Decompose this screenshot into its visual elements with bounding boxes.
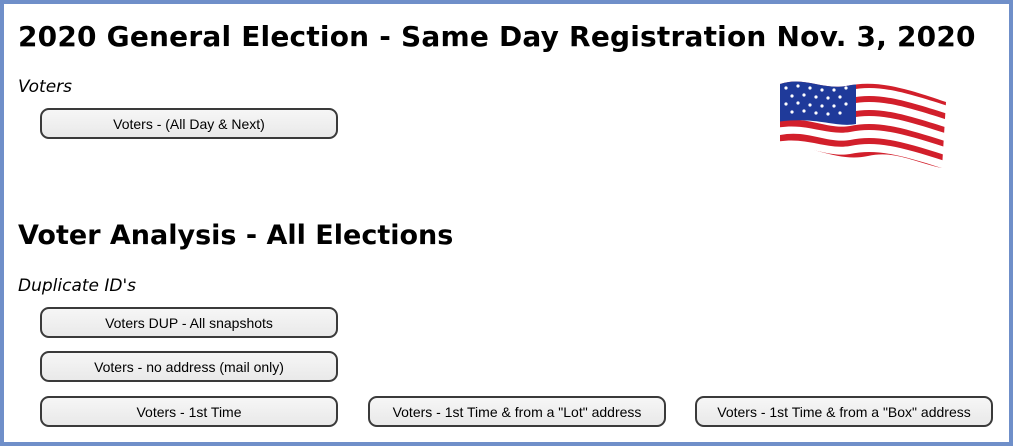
voters-1st-time-box-address-button[interactable]: Voters - 1st Time & from a "Box" address	[695, 396, 993, 427]
voters-all-day-button[interactable]: Voters - (All Day & Next)	[40, 108, 338, 139]
analysis-title: Voter Analysis - All Elections	[18, 220, 454, 251]
election-title: 2020 General Election - Same Day Registr…	[18, 20, 976, 53]
duplicate-ids-label: Duplicate ID's	[18, 276, 137, 296]
voters-1st-time-button[interactable]: Voters - 1st Time	[40, 396, 338, 427]
voters-group-label: Voters	[18, 77, 73, 97]
page-content: 2020 General Election - Same Day Registr…	[0, 0, 1013, 446]
voters-dup-all-snapshots-button[interactable]: Voters DUP - All snapshots	[40, 307, 338, 338]
voters-no-address-button[interactable]: Voters - no address (mail only)	[40, 351, 338, 382]
us-flag-icon	[780, 81, 946, 169]
voters-1st-time-lot-address-button[interactable]: Voters - 1st Time & from a "Lot" address	[368, 396, 666, 427]
